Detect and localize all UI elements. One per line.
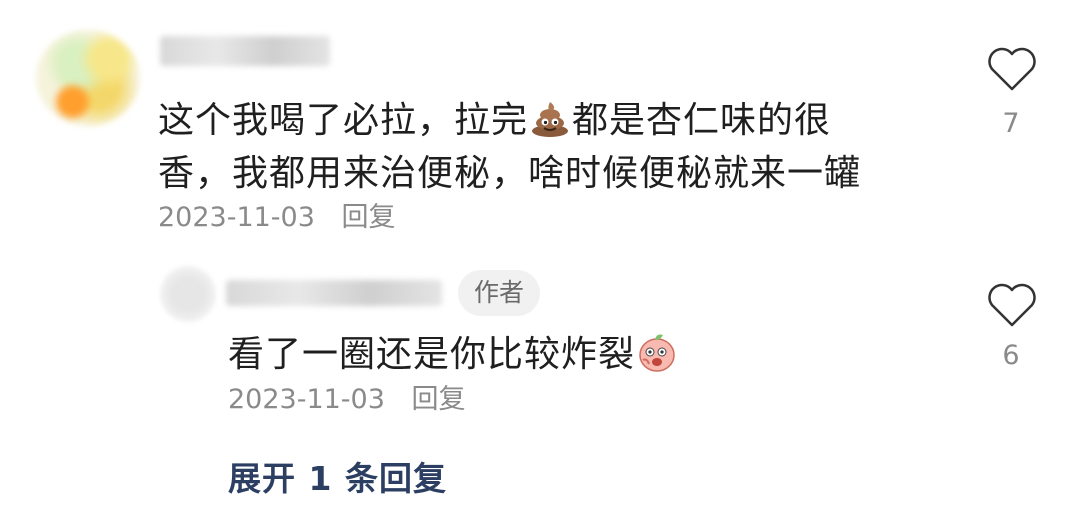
- comment-line-1: 这个我喝了必拉，拉完 都是杏仁味的很: [158, 98, 832, 141]
- author-avatar[interactable]: [160, 266, 216, 322]
- reply-button[interactable]: 回复: [342, 202, 396, 233]
- reply-button-2[interactable]: 回复: [412, 384, 466, 415]
- heart-icon: [988, 47, 1036, 91]
- reply-body: 看了一圈还是你比较炸裂: [228, 328, 679, 381]
- poop-emoji-icon: [530, 98, 570, 138]
- like-button-2[interactable]: [986, 282, 1038, 328]
- reply-meta: 2023-11-03 回复: [228, 382, 466, 418]
- like-button[interactable]: [986, 46, 1038, 92]
- reply-date: 2023-11-03: [228, 384, 385, 415]
- expand-replies-link[interactable]: 展开 1 条回复: [228, 452, 447, 500]
- comment-body: 这个我喝了必拉，拉完 都是杏仁味的很 香，我都用来治便秘，啥时候便秘就来一罐: [158, 94, 938, 200]
- comment-line-2: 香，我都用来治便秘，啥时候便秘就来一罐: [158, 153, 862, 194]
- author-name-blurred[interactable]: [226, 280, 442, 306]
- commenter-name-blurred[interactable]: [160, 36, 330, 66]
- like-count: 7: [1002, 108, 1020, 139]
- heart-icon: [988, 283, 1036, 327]
- author-badge: 作者: [458, 270, 541, 316]
- commenter-avatar[interactable]: [36, 30, 140, 126]
- comment-meta: 2023-11-03 回复: [158, 200, 396, 236]
- like-count-2: 6: [1002, 340, 1020, 371]
- peach-face-emoji-icon: [635, 330, 679, 374]
- comment-date: 2023-11-03: [158, 202, 315, 233]
